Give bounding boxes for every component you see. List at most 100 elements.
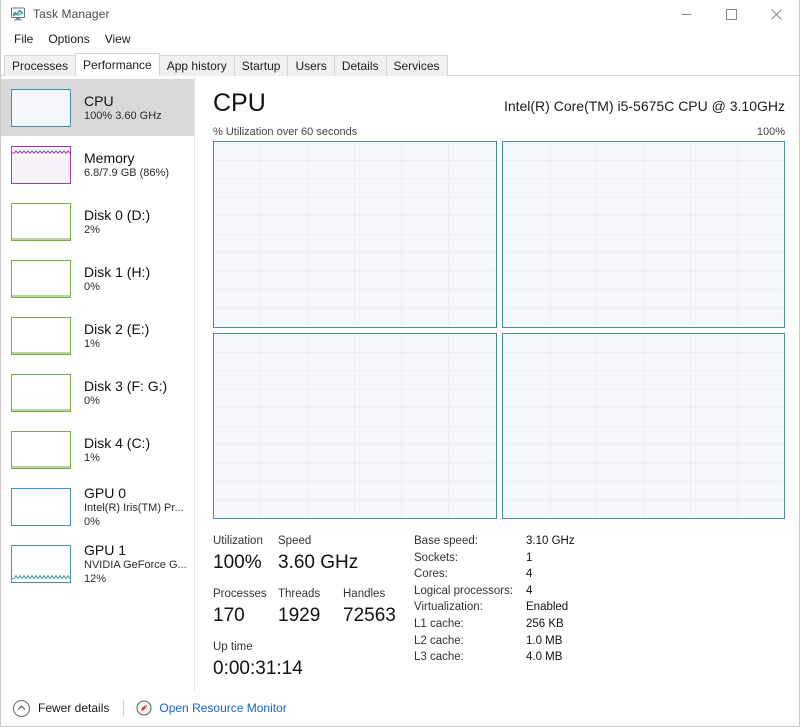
stat-value-utilization: 100% (213, 552, 262, 573)
cpu-info-row: Virtualization: Enabled (414, 599, 785, 616)
minimize-button[interactable] (664, 0, 709, 28)
menu-item-options[interactable]: Options (43, 30, 96, 48)
cpu-info-key: L2 cache: (414, 634, 464, 647)
open-resource-monitor-link[interactable]: Open Resource Monitor (136, 700, 287, 716)
sidebar-item-subtext: 2% (84, 223, 100, 236)
stat-row-utilization-speed: Utilization 100% Speed 3.60 GHz (213, 533, 409, 576)
cpu-info-key: L1 cache: (414, 617, 464, 630)
sidebar-item-gpu-0[interactable]: GPU 0 Intel(R) Iris(TM) Pr... 0% (1, 478, 194, 535)
window-title: Task Manager (33, 7, 110, 21)
cpu-info-value: 1.0 MB (526, 634, 563, 647)
sidebar-item-subtext: 0% (84, 394, 100, 407)
sidebar-item-label: Disk 1 (H:) (84, 263, 151, 280)
sidebar-thumbnail-mem (11, 145, 71, 184)
sidebar-thumbnail-disk (11, 316, 71, 355)
graph-axis-labels: % Utilization over 60 seconds 100% (213, 126, 785, 138)
cpu-stats: Utilization 100% Speed 3.60 GHz Processe… (213, 533, 785, 682)
graph-gridlines (503, 142, 785, 327)
sidebar-item-cpu[interactable]: CPU 100% 3.60 GHz (1, 79, 194, 136)
sidebar-thumbnail-gpu (11, 487, 71, 526)
sidebar-item-label: CPU (84, 92, 114, 109)
sidebar-item-label: Memory (84, 149, 135, 166)
menu-item-view[interactable]: View (100, 30, 138, 48)
fewer-details-label: Fewer details (38, 701, 110, 715)
title-bar: Task Manager (1, 0, 799, 28)
task-manager-window: Task Manager File Options View Processes… (0, 0, 800, 727)
cpu-info-value: 256 KB (526, 617, 564, 630)
stat-utilization: Utilization 100% (213, 533, 278, 576)
sidebar-item-subtext: 100% 3.60 GHz (84, 109, 162, 122)
cpu-info-list: Base speed: 3.10 GHz Sockets: 1 Cores: 4 Logic… (409, 533, 785, 682)
tab-details[interactable]: Details (333, 55, 387, 76)
sidebar-item-text: GPU 1 NVIDIA GeForce G... 12% (84, 542, 187, 586)
sidebar-item-label: Disk 2 (E:) (84, 320, 150, 337)
sidebar-item-label: GPU 0 (84, 484, 127, 501)
cpu-info-value: 3.10 GHz (526, 535, 575, 547)
tab-startup[interactable]: Startup (233, 55, 289, 76)
cpu-info-row: L3 cache: 4.0 MB (414, 649, 785, 666)
sidebar-item-disk-3-f-g[interactable]: Disk 3 (F: G:) 0% (1, 364, 194, 421)
cpu-graph-pane-3[interactable] (501, 332, 785, 519)
stat-value-speed: 3.60 GHz (278, 552, 359, 573)
sidebar-item-disk-4-c[interactable]: Disk 4 (C:) 1% (1, 421, 194, 478)
cpu-info-value: Enabled (526, 601, 569, 614)
stat-threads: Threads 1929 (278, 586, 343, 629)
stat-value-processes: 170 (213, 605, 245, 626)
fewer-details-button[interactable]: Fewer details (13, 699, 110, 717)
window-controls (664, 0, 799, 28)
cpu-graph-pane-2[interactable] (213, 332, 497, 519)
sidebar-item-text: Memory 6.8/7.9 GB (86%) (84, 150, 169, 180)
stat-row-processes-threads-handles: Processes 170 Threads 1929 Handles 72563 (213, 586, 409, 629)
stats-spacer (213, 576, 409, 586)
cpu-graph-pane-1[interactable] (501, 141, 785, 328)
menu-bar: File Options View (1, 28, 799, 50)
tab-services[interactable]: Services (385, 55, 448, 76)
resource-sidebar[interactable]: CPU 100% 3.60 GHz Memory 6.8/7.9 GB (86%) Di… (1, 77, 195, 690)
sidebar-item-text: Disk 3 (F: G:) 0% (84, 378, 167, 408)
stat-value-handles: 72563 (343, 605, 396, 626)
stat-label-utilization: Utilization (213, 535, 263, 547)
close-button[interactable] (754, 0, 799, 28)
stat-value-uptime: 0:00:31:14 (213, 658, 303, 679)
logical-processor-graphs[interactable] (213, 141, 785, 519)
sidebar-item-subtext: 6.8/7.9 GB (86%) (84, 166, 169, 179)
sidebar-item-disk-0-d[interactable]: Disk 0 (D:) 2% (1, 193, 194, 250)
cpu-graph-pane-0[interactable] (213, 141, 497, 328)
cpu-info-key: L3 cache: (414, 651, 464, 664)
sidebar-item-subtext-2: 12% (84, 572, 107, 585)
panel-header: CPU Intel(R) Core(TM) i5-5675C CPU @ 3.1… (213, 77, 785, 117)
cpu-info-row: L1 cache: 256 KB (414, 616, 785, 633)
cpu-info-row: Logical processors: 4 (414, 583, 785, 600)
tab-performance[interactable]: Performance (75, 53, 160, 77)
status-bar: Fewer details Open Resource Monitor (1, 690, 799, 726)
stat-processes: Processes 170 (213, 586, 278, 629)
chevron-up-icon (13, 699, 30, 717)
cpu-info-row: L2 cache: 1.0 MB (414, 633, 785, 650)
cpu-info-key: Sockets: (414, 551, 459, 564)
tab-app-history[interactable]: App history (158, 55, 235, 76)
cpu-model-label: Intel(R) Core(TM) i5-5675C CPU @ 3.10GHz (503, 98, 785, 114)
stat-label-handles: Handles (343, 588, 386, 600)
sidebar-thumbnail-gpu (11, 544, 71, 583)
menu-item-file[interactable]: File (9, 30, 40, 48)
sidebar-item-text: GPU 0 Intel(R) Iris(TM) Pr... 0% (84, 485, 184, 529)
sidebar-item-text: Disk 4 (C:) 1% (84, 435, 150, 465)
graph-gridlines (214, 334, 496, 519)
sidebar-item-gpu-1[interactable]: GPU 1 NVIDIA GeForce G... 12% (1, 535, 194, 592)
sidebar-thumbnail-disk (11, 259, 71, 298)
sidebar-thumbnail-disk (11, 430, 71, 469)
maximize-button[interactable] (709, 0, 754, 28)
sidebar-item-label: Disk 4 (C:) (84, 434, 151, 451)
sidebar-item-subtext: 0% (84, 280, 100, 293)
sidebar-item-memory[interactable]: Memory 6.8/7.9 GB (86%) (1, 136, 194, 193)
task-manager-icon (10, 6, 26, 22)
sidebar-item-disk-1-h[interactable]: Disk 1 (H:) 0% (1, 250, 194, 307)
sidebar-item-subtext: 1% (84, 451, 100, 464)
tab-processes[interactable]: Processes (4, 55, 77, 76)
sidebar-thumbnail-cpu (11, 88, 71, 127)
sidebar-item-disk-2-e[interactable]: Disk 2 (E:) 1% (1, 307, 194, 364)
cpu-info-key: Virtualization: (414, 601, 483, 614)
tab-users[interactable]: Users (287, 55, 335, 76)
cpu-info-row: Cores: 4 (414, 566, 785, 583)
resource-monitor-label: Open Resource Monitor (159, 701, 287, 715)
